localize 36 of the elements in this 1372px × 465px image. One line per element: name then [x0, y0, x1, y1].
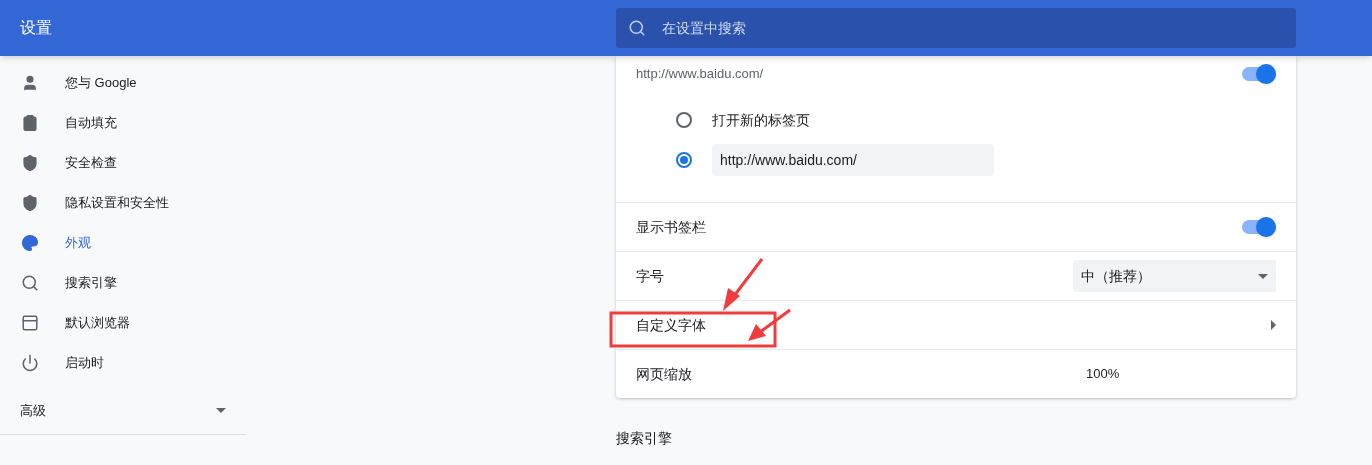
sidebar-item[interactable]: 默认浏览器 — [0, 303, 246, 343]
sidebar-item[interactable]: 隐私设置和安全性 — [0, 183, 246, 223]
sidebar-item[interactable]: 外观 — [0, 223, 246, 263]
caret-icon — [1258, 273, 1268, 279]
toggle-switch[interactable] — [1242, 217, 1276, 237]
sidebar-item[interactable]: 启动时 — [0, 343, 246, 383]
setting-label: 字号 — [636, 266, 664, 286]
shield-icon — [21, 194, 39, 212]
setting-label: 显示书签栏 — [636, 217, 706, 237]
page-title: 设置 — [19, 18, 53, 38]
section-title: 搜索引擎 — [616, 429, 673, 448]
radio-button[interactable] — [676, 112, 692, 128]
search-field[interactable]: 在设置中搜索 — [616, 8, 1296, 48]
chevron-right-icon — [1271, 320, 1276, 330]
sidebar-item[interactable]: 搜索引擎 — [0, 263, 246, 303]
caret-icon — [216, 408, 226, 413]
homepage-url-field[interactable]: http://www.baidu.com/ — [712, 144, 994, 176]
advanced-toggle[interactable]: 高级 — [0, 387, 246, 435]
palette-icon — [21, 234, 39, 252]
power-icon — [21, 354, 39, 372]
search-icon — [628, 19, 646, 37]
radio-label: 打开新的标签页 — [712, 110, 810, 130]
search-icon — [21, 274, 39, 292]
toggle-switch[interactable] — [1242, 64, 1276, 84]
sidebar-item[interactable]: 自动填充 — [0, 103, 246, 143]
sidebar-item[interactable]: 您与 Google — [0, 63, 246, 103]
home-url-subtitle: http://www.baidu.com/ — [636, 65, 764, 83]
sidebar-item[interactable]: 安全检查 — [0, 143, 246, 183]
setting-label: 自定义字体 — [636, 315, 706, 335]
zoom-value: 100% — [1086, 365, 1120, 384]
browser-window-icon — [21, 314, 39, 332]
font-size-dropdown[interactable]: 中（推荐） — [1073, 260, 1276, 292]
clipboard-icon — [21, 114, 39, 132]
setting-label: 网页缩放 — [636, 366, 692, 382]
radio-button[interactable] — [676, 152, 692, 168]
person-icon — [21, 74, 39, 92]
